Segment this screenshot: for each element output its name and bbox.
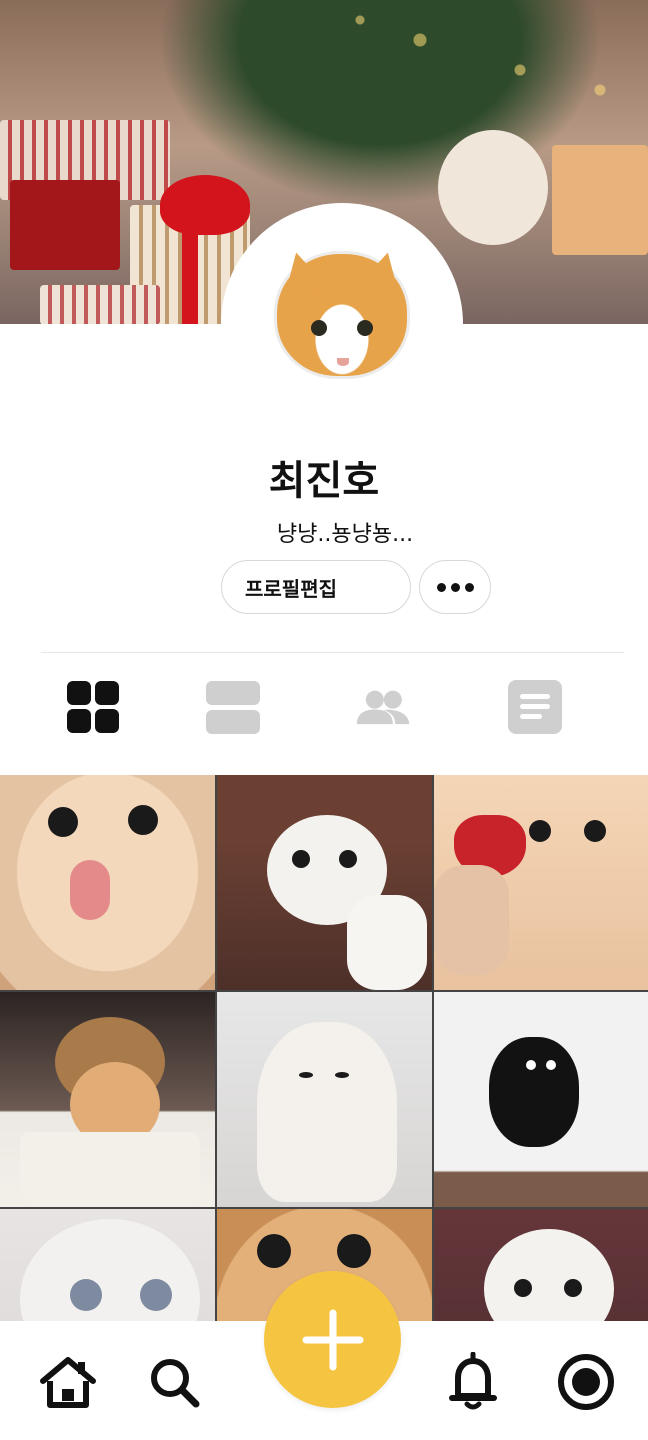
- tab-grid[interactable]: [66, 680, 120, 734]
- profile-bio: 냥냥..뇽냥뇽...: [276, 522, 414, 547]
- nav-profile[interactable]: [555, 1351, 617, 1413]
- more-horizontal-icon-dot: [464, 582, 474, 592]
- nav-home[interactable]: [37, 1351, 99, 1413]
- divider: [41, 652, 624, 653]
- more-horizontal-icon-dot: [450, 582, 460, 592]
- gift-box: [552, 145, 648, 255]
- more-horizontal-icon: [436, 582, 446, 592]
- gift-box: [40, 285, 160, 324]
- photo-thumbnail[interactable]: [434, 992, 648, 1207]
- friends-icon: [356, 690, 410, 725]
- cat-avatar-image: [274, 247, 410, 379]
- photo-thumbnail[interactable]: [217, 775, 432, 990]
- photo-thumbnail[interactable]: [434, 775, 648, 990]
- text-post-icon: [508, 680, 562, 734]
- photo-thumbnail[interactable]: [0, 992, 215, 1207]
- add-post-button[interactable]: [264, 1271, 401, 1408]
- tab-text-posts[interactable]: [508, 680, 562, 734]
- edit-profile-button[interactable]: 프로필편집: [221, 560, 411, 614]
- home-icon: [40, 1357, 96, 1408]
- grid-icon: [67, 681, 119, 733]
- list-icon: [206, 680, 260, 734]
- photo-thumbnail[interactable]: [217, 992, 432, 1207]
- profile-name: 최진호: [268, 458, 380, 504]
- tab-friends[interactable]: [356, 680, 410, 734]
- search-icon: [151, 1359, 200, 1408]
- gift-box: [438, 130, 548, 245]
- tab-list[interactable]: [206, 680, 260, 734]
- nav-notifications[interactable]: [442, 1351, 504, 1413]
- nav-search[interactable]: [143, 1351, 205, 1413]
- bell-icon: [449, 1352, 497, 1410]
- avatar[interactable]: [221, 203, 463, 445]
- photo-thumbnail[interactable]: [0, 775, 215, 990]
- more-options-button[interactable]: [419, 560, 491, 614]
- gift-box: [10, 180, 120, 270]
- add-icon: [302, 1309, 363, 1370]
- profile-icon: [558, 1354, 614, 1410]
